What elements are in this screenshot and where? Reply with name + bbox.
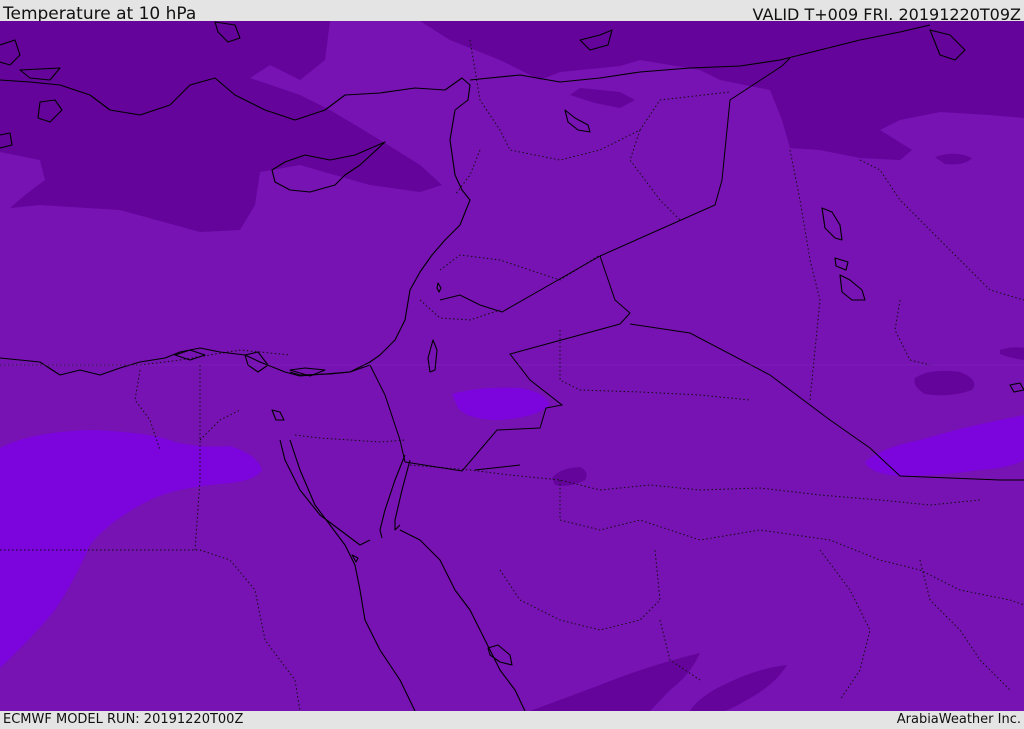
header-bar: Temperature at 10 hPa VALID T+009 FRI. 2… [0, 0, 1024, 24]
temperature-map [0, 21, 1024, 711]
footer-bar: ECMWF MODEL RUN: 20191220T00Z ArabiaWeat… [0, 711, 1024, 729]
cold-patch-4 [914, 370, 975, 396]
credit-label: ArabiaWeather Inc. [896, 712, 1021, 727]
model-run-label: ECMWF MODEL RUN: 20191220T00Z [3, 712, 244, 727]
